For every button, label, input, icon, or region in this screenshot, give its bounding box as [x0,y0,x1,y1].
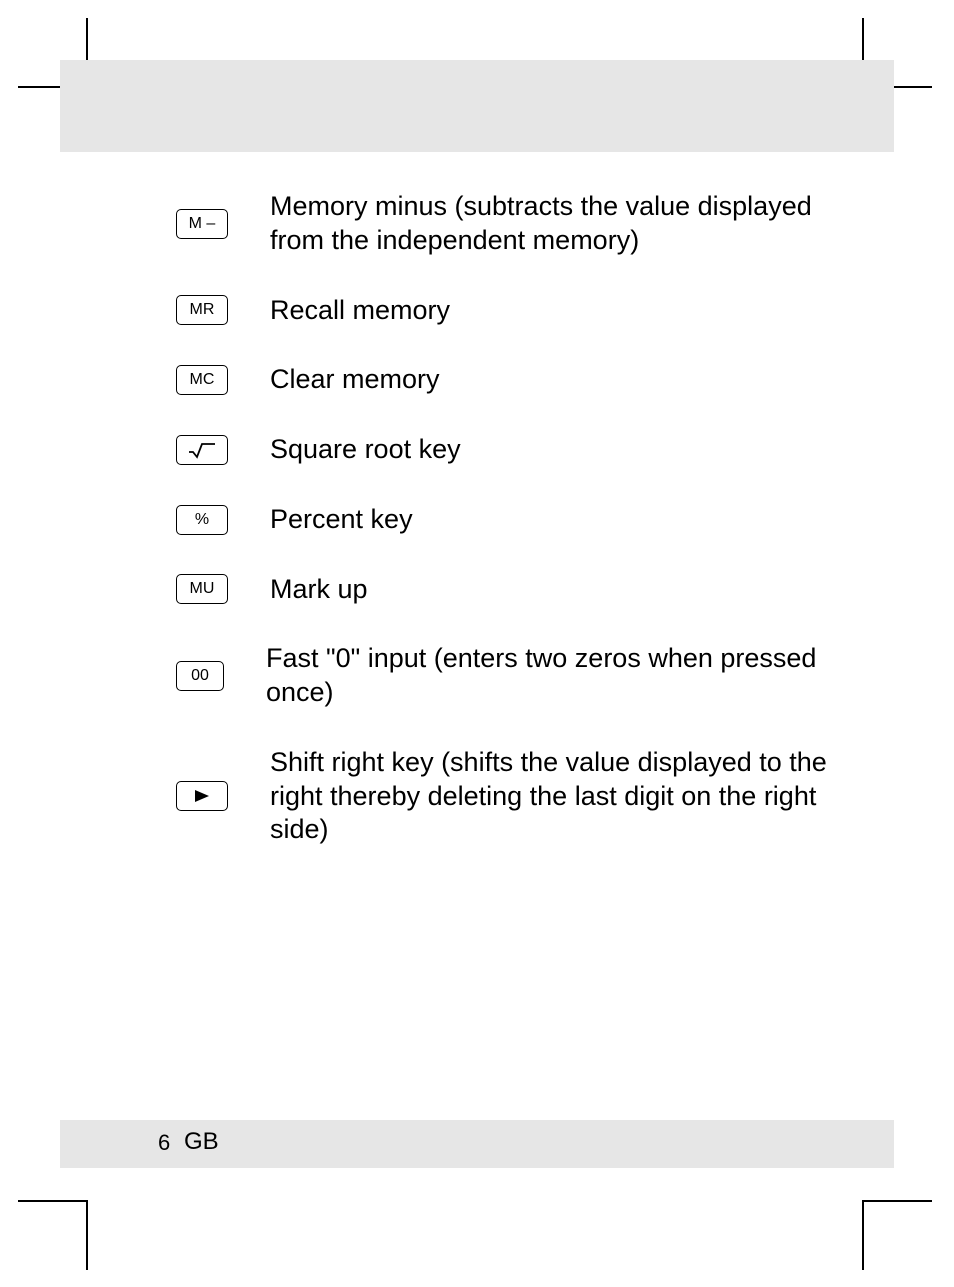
memory-clear-key-icon: MC [176,365,228,395]
shift-right-key-icon [176,781,228,811]
crop-mark [86,1200,88,1270]
key-description: Clear memory [270,363,440,397]
page-number: 6 [158,1130,170,1156]
key-description: Fast "0" input (enters two zeros when pr… [266,642,856,710]
key-row-memory-clear: MC Clear memory [176,363,856,397]
key-description: Square root key [270,433,461,467]
key-row-mark-up: MU Mark up [176,573,856,607]
crop-mark [862,1200,932,1202]
key-row-memory-minus: M – Memory minus (subtracts the value di… [176,190,856,258]
mark-up-key-icon: MU [176,574,228,604]
double-zero-key-icon: 00 [176,661,224,691]
key-description: Shift right key (shifts the value displa… [270,746,856,847]
crop-mark [862,1200,864,1270]
key-row-shift-right: Shift right key (shifts the value displa… [176,746,856,847]
language-code: GB [184,1128,219,1156]
key-description: Recall memory [270,294,450,328]
sqrt-icon [188,441,216,459]
play-icon [193,789,211,803]
key-row-memory-recall: MR Recall memory [176,294,856,328]
crop-mark [18,1200,88,1202]
memory-recall-key-icon: MR [176,295,228,325]
key-description: Percent key [270,503,413,537]
square-root-key-icon [176,435,228,465]
key-row-percent: % Percent key [176,503,856,537]
key-row-square-root: Square root key [176,433,856,467]
percent-key-icon: % [176,505,228,535]
key-description-list: M – Memory minus (subtracts the value di… [176,190,856,883]
key-description: Mark up [270,573,368,607]
header-band [60,60,894,152]
key-row-double-zero: 00 Fast "0" input (enters two zeros when… [176,642,856,710]
memory-minus-key-icon: M – [176,209,228,239]
key-description: Memory minus (subtracts the value displa… [270,190,856,258]
